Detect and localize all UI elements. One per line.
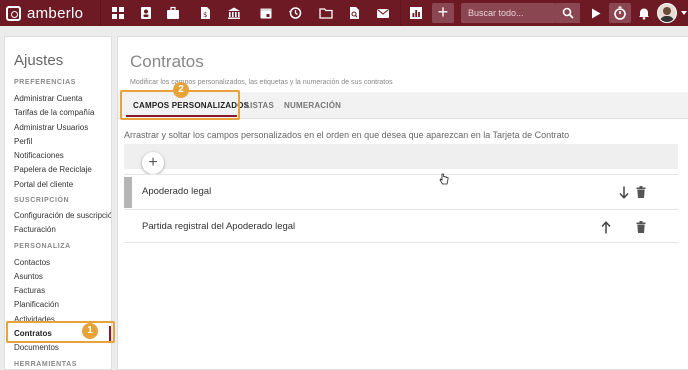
sidebar-title: Ajustes <box>14 52 64 69</box>
user-avatar[interactable] <box>657 3 677 23</box>
field-label: Partida registral del Apoderado legal <box>142 221 296 232</box>
stopwatch-icon <box>614 6 626 20</box>
quick-add-button[interactable]: + <box>432 3 454 23</box>
contacts-icon[interactable] <box>137 4 155 22</box>
page-subtitle: Modificar los campos personalizados, las… <box>130 79 393 86</box>
custom-field-row[interactable]: Apoderado legal <box>124 174 678 208</box>
sidebar-item-facturas[interactable]: Facturas <box>14 286 45 295</box>
step-badge-2: 2 <box>173 82 189 98</box>
briefcase-icon[interactable] <box>164 4 182 22</box>
search-button[interactable] <box>556 3 580 23</box>
section-header-personaliza: PERSONALIZA <box>14 243 71 250</box>
section-header-suscripcion: SUSCRIPCIÓN <box>14 197 70 204</box>
sidebar-item-papelera[interactable]: Papelera de Reciclaje <box>14 165 92 174</box>
arrow-up-icon[interactable] <box>599 219 613 235</box>
calendar-icon[interactable] <box>257 4 275 22</box>
logo-icon <box>6 5 21 21</box>
bank-icon[interactable] <box>225 4 243 22</box>
sidebar-item-planificacion[interactable]: Planificación <box>14 300 59 309</box>
top-navigation-bar: amberlo $ + Buscar todo... <box>0 0 688 26</box>
main-panel: Contratos Modificar los campos personali… <box>117 36 688 370</box>
search-icon <box>562 7 574 19</box>
sidebar-item-notificaciones[interactable]: Notificaciones <box>14 151 64 160</box>
logo-text: amberlo <box>27 4 84 22</box>
play-icon <box>592 8 601 18</box>
sidebar-item-administrar-usuarios[interactable]: Administrar Usuarios <box>14 123 88 132</box>
sidebar-item-facturacion[interactable]: Facturación <box>14 225 56 234</box>
document-search-icon[interactable] <box>346 4 364 22</box>
stopwatch-button[interactable] <box>609 3 631 23</box>
add-field-bar <box>124 144 678 169</box>
trash-icon[interactable] <box>634 219 648 235</box>
folder-icon[interactable] <box>317 4 335 22</box>
settings-sidebar: Ajustes PREFERENCIAS Administrar Cuenta … <box>4 36 112 370</box>
field-label: Apoderado legal <box>142 186 212 197</box>
arrow-down-icon[interactable] <box>617 184 631 200</box>
divider <box>100 0 101 26</box>
tab-listas[interactable]: LISTAS <box>245 101 274 110</box>
amberlo-logo[interactable]: amberlo <box>6 4 83 22</box>
global-search-input[interactable]: Buscar todo... <box>461 3 556 23</box>
history-icon[interactable] <box>286 4 304 22</box>
drag-handle[interactable] <box>124 177 132 208</box>
chart-icon[interactable] <box>407 4 425 22</box>
dashboard-icon[interactable] <box>109 4 127 22</box>
divider <box>400 0 401 26</box>
add-field-button[interactable]: + <box>142 152 164 174</box>
sidebar-item-administrar-cuenta[interactable]: Administrar Cuenta <box>14 94 82 103</box>
play-timer-button[interactable] <box>588 4 604 22</box>
custom-field-row[interactable]: Partida registral del Apoderado legal <box>124 209 678 243</box>
chevron-down-icon[interactable] <box>681 11 687 15</box>
sidebar-item-portal-cliente[interactable]: Portal del cliente <box>14 180 73 189</box>
bell-icon[interactable] <box>635 4 653 22</box>
sidebar-item-contactos[interactable]: Contactos <box>14 258 50 267</box>
trash-icon[interactable] <box>634 184 648 200</box>
highlight-contratos <box>6 321 115 343</box>
sidebar-item-asuntos[interactable]: Asuntos <box>14 272 43 281</box>
documents-icon[interactable]: $ <box>196 4 214 22</box>
step-badge-1: 1 <box>82 323 98 339</box>
sidebar-item-tarifas[interactable]: Tarifas de la compañía <box>14 108 95 117</box>
hand-cursor-icon <box>439 173 449 185</box>
sidebar-item-documentos[interactable]: Documentos <box>14 343 59 352</box>
section-header-preferencias: PREFERENCIAS <box>14 79 77 86</box>
page-title: Contratos <box>130 52 204 71</box>
sidebar-item-configuracion-suscripcion[interactable]: Configuración de suscripción <box>14 211 111 220</box>
section-header-herramientas: HERRAMIENTAS <box>14 361 78 368</box>
sidebar-item-perfil[interactable]: Perfil <box>14 137 32 146</box>
mail-icon[interactable] <box>374 4 392 22</box>
tab-numeracion[interactable]: NUMERACIÓN <box>284 101 341 110</box>
instruction-text: Arrastrar y soltar los campos personaliz… <box>124 130 570 140</box>
svg-text:$: $ <box>203 11 207 19</box>
